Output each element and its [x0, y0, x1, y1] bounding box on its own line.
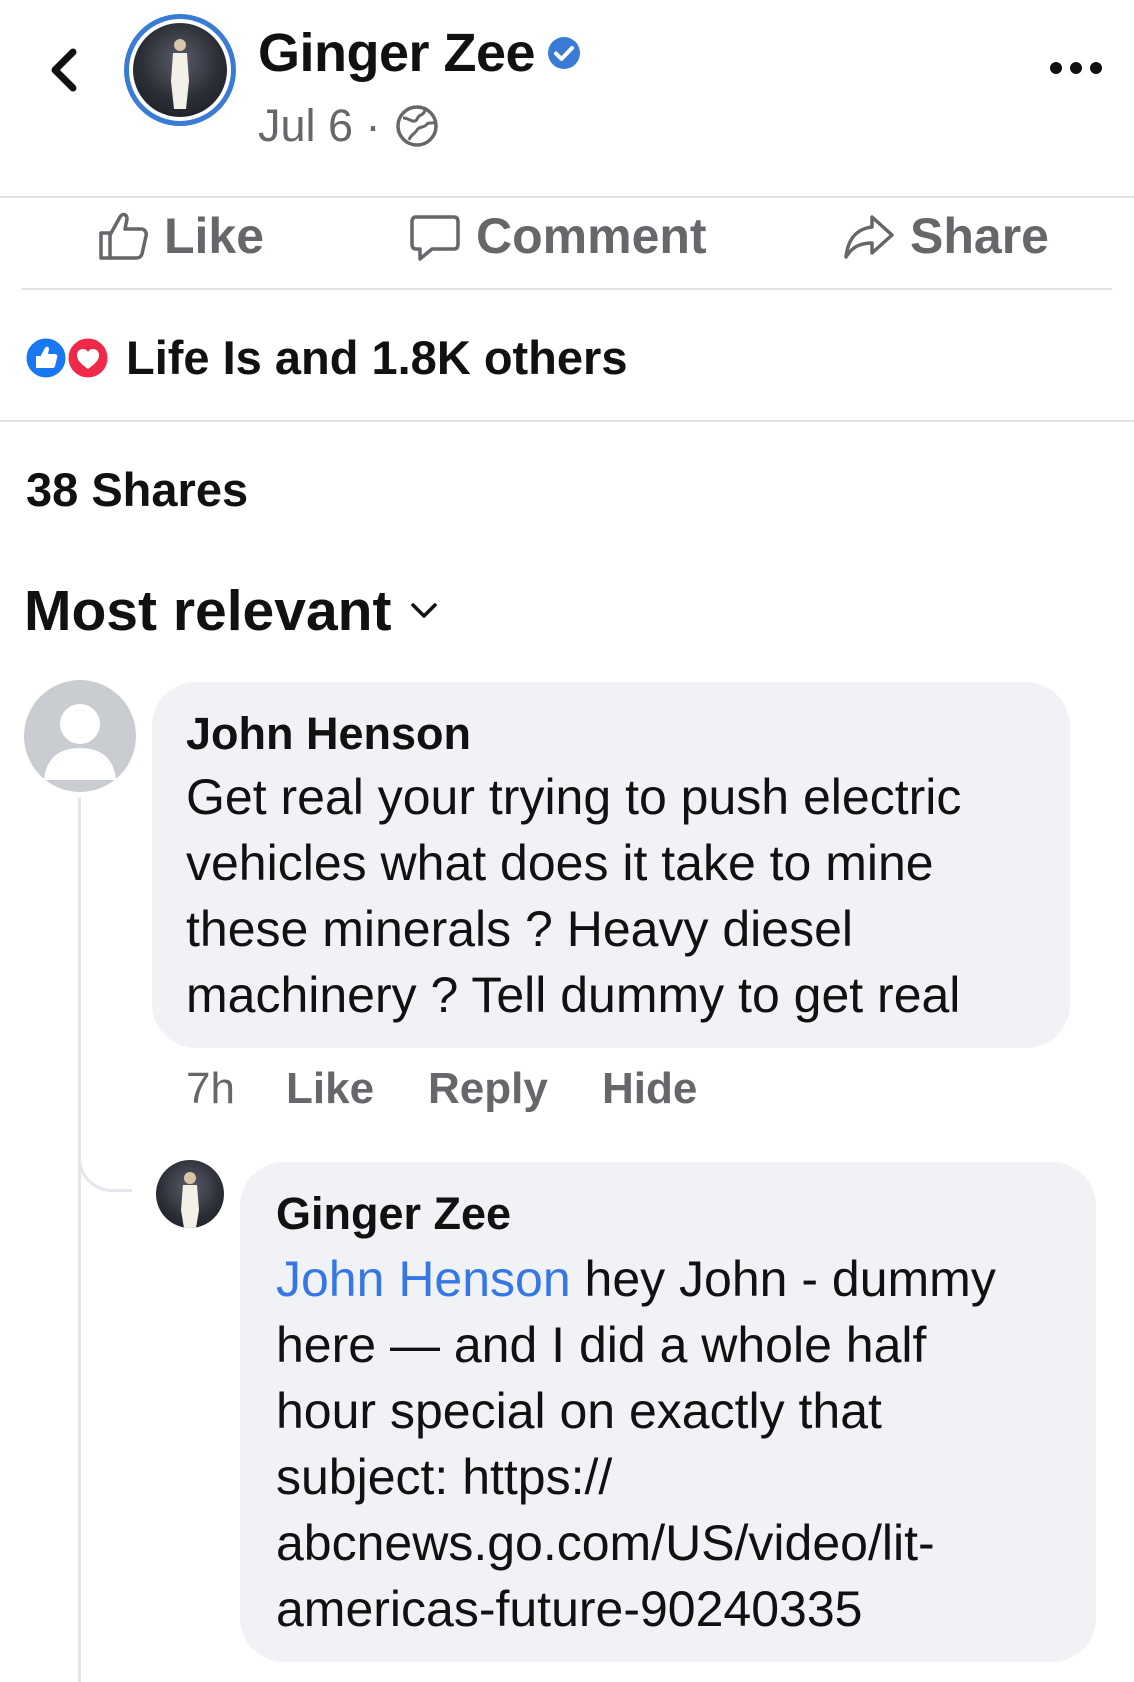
sort-dropdown[interactable]: Most relevant [24, 578, 439, 644]
reply-text-line: hour special on exactly that [276, 1383, 882, 1439]
post-meta: Jul 6 · [258, 100, 439, 152]
reply-avatar[interactable] [156, 1160, 224, 1228]
mention-link[interactable]: John Henson [276, 1251, 571, 1307]
reaction-summary[interactable]: Life Is and 1.8K others [22, 330, 627, 385]
reply-text-line: here — and I did a whole half [276, 1317, 927, 1373]
author-name[interactable]: Ginger Zee [258, 22, 536, 84]
globe-icon [395, 105, 438, 147]
back-button[interactable] [34, 40, 94, 100]
comment-author[interactable]: John Henson [186, 708, 471, 760]
more-dots-icon [1050, 62, 1102, 74]
comment-time: 7h [186, 1064, 235, 1113]
comment-button[interactable]: Comment [408, 196, 707, 276]
comment-hide-button[interactable]: Hide [602, 1064, 697, 1114]
sort-label: Most relevant [24, 579, 392, 643]
default-profile-icon [44, 704, 116, 780]
comment-reply-button[interactable]: Reply [428, 1064, 548, 1114]
comment-text-line: machinery ? Tell dummy to get real [186, 967, 961, 1023]
person-silhouette-icon [181, 1172, 199, 1228]
comment-text-line: these minerals ? Heavy diesel [186, 901, 853, 957]
share-arrow-icon [844, 215, 894, 259]
reply-text-line: subject: https:// [276, 1449, 613, 1505]
shares-count[interactable]: 38 Shares [26, 462, 248, 517]
reply-link-line[interactable]: abcnews.go.com/US/video/lit- [276, 1510, 935, 1576]
comment-text-line: Get real your trying to push electric [186, 769, 962, 825]
commenter-avatar[interactable] [24, 680, 136, 792]
reply-text-line: John Henson hey John - dummy [276, 1246, 996, 1312]
like-label: Like [164, 208, 265, 264]
like-button[interactable]: Like [96, 196, 264, 276]
divider [22, 288, 1112, 290]
thread-connector [78, 1140, 132, 1192]
author-avatar[interactable] [124, 14, 236, 126]
reaction-text: Life Is and 1.8K others [126, 331, 628, 384]
thread-line [78, 798, 81, 1682]
comment-label: Comment [476, 208, 707, 264]
person-silhouette-icon [171, 39, 189, 109]
reply-link-line[interactable]: americas-future-90240335 [276, 1576, 862, 1642]
thumbs-up-icon [99, 212, 148, 260]
reply-author[interactable]: Ginger Zee [276, 1188, 511, 1240]
divider [0, 420, 1134, 422]
share-label: Share [910, 208, 1049, 264]
verified-badge-icon [548, 37, 581, 69]
avatar-photo [133, 23, 227, 117]
comment-text-line: vehicles what does it take to mine [186, 835, 934, 891]
comment-like-button[interactable]: Like [286, 1064, 374, 1114]
speech-bubble-icon [410, 215, 460, 261]
share-button[interactable]: Share [842, 196, 1049, 276]
post-author[interactable]: Ginger Zee [258, 22, 581, 84]
post-date[interactable]: Jul 6 · [258, 100, 381, 152]
reply-text: hey John - dummy [570, 1251, 996, 1307]
more-options-button[interactable] [1046, 48, 1106, 88]
chevron-down-icon [411, 603, 438, 618]
reaction-icons [23, 335, 111, 380]
chevron-left-icon [51, 48, 77, 92]
